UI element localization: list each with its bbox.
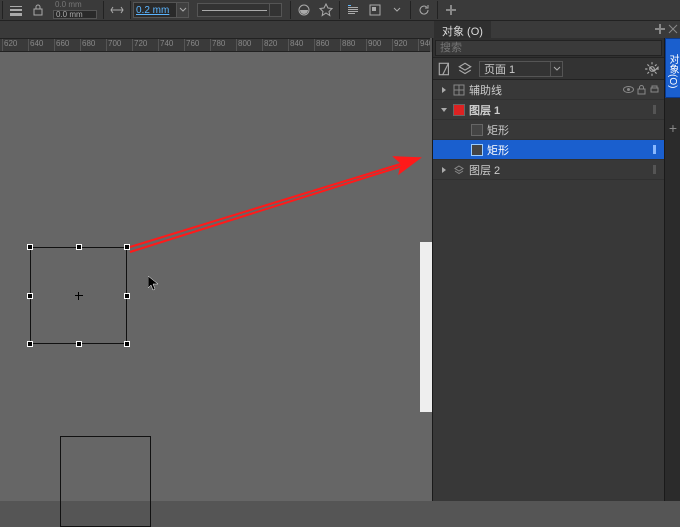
ruler-tick: 760 xyxy=(184,39,199,52)
tree-row-shape[interactable]: 矩形 xyxy=(433,120,664,140)
top-toolbar: 0.0 mm 0.0 mm xyxy=(0,0,680,20)
dimension-fields: 0.0 mm 0.0 mm xyxy=(49,0,101,20)
dash-style-selector[interactable] xyxy=(197,3,282,17)
resize-handle-sw[interactable] xyxy=(27,341,33,347)
pin-icon[interactable] xyxy=(654,23,666,35)
ruler-tick: 940 xyxy=(418,39,430,52)
chevron-right-icon[interactable] xyxy=(439,86,449,94)
tree-label: 矩形 xyxy=(487,122,509,138)
ruler-tick: 780 xyxy=(210,39,225,52)
panel-menu-icon[interactable] xyxy=(646,61,662,77)
ruler-tick: 680 xyxy=(80,39,95,52)
selected-rectangle[interactable] xyxy=(30,247,127,344)
stroke-width-field[interactable] xyxy=(133,2,189,18)
paragraph-icon[interactable] xyxy=(344,1,362,19)
stroke-width-input[interactable] xyxy=(133,2,177,18)
cursor-icon xyxy=(148,276,160,295)
stroke-width-dropdown[interactable] xyxy=(177,2,189,18)
layer-tree: 辅助线 图层 1 矩形 矩形 xyxy=(433,80,664,180)
chevron-right-icon[interactable] xyxy=(439,166,449,174)
chevron-down-icon[interactable] xyxy=(439,106,449,114)
resize-handle-nw[interactable] xyxy=(27,244,33,250)
effects-icon[interactable] xyxy=(295,1,313,19)
row-marker xyxy=(649,144,660,155)
panel-search-row xyxy=(433,38,664,58)
ruler-tick: 700 xyxy=(106,39,121,52)
eye-icon[interactable] xyxy=(623,84,634,95)
tree-row-shape-selected[interactable]: 矩形 xyxy=(433,140,664,160)
print-icon[interactable] xyxy=(649,84,660,95)
objects-panel: 页面 1 辅助线 图层 1 xyxy=(432,38,664,501)
ruler-tick: 820 xyxy=(262,39,277,52)
tree-label: 矩形 xyxy=(487,142,509,158)
ruler-tick: 880 xyxy=(340,39,355,52)
ruler-tick: 720 xyxy=(132,39,147,52)
dim-top[interactable]: 0.0 mm xyxy=(53,1,97,10)
tab-objects[interactable]: 对象 (O) xyxy=(434,21,491,39)
dock-tabs: 对象(O) + xyxy=(664,38,680,501)
ruler-tick: 920 xyxy=(392,39,407,52)
panel-toolbar: 页面 1 xyxy=(433,58,664,80)
line-width-icon[interactable] xyxy=(7,1,25,19)
ruler-tick: 740 xyxy=(158,39,173,52)
shape-swatch xyxy=(471,144,483,156)
canvas[interactable] xyxy=(0,52,432,501)
flip-h-icon[interactable] xyxy=(108,1,126,19)
tree-row-guides[interactable]: 辅助线 xyxy=(433,80,664,100)
page-edge xyxy=(420,242,432,412)
layer-color-swatch[interactable] xyxy=(453,104,465,116)
layers-icon[interactable] xyxy=(457,61,473,77)
wrap-icon[interactable] xyxy=(366,1,384,19)
layers-icon xyxy=(453,164,465,176)
resize-handle-s[interactable] xyxy=(76,341,82,347)
ruler-tick: 640 xyxy=(28,39,43,52)
shape-swatch xyxy=(471,124,483,136)
ruler-tick: 900 xyxy=(366,39,381,52)
dim-bottom[interactable]: 0.0 mm xyxy=(53,10,97,19)
page-selector[interactable]: 页面 1 xyxy=(479,61,563,77)
search-input[interactable] xyxy=(435,40,662,56)
row-marker xyxy=(649,104,660,115)
lock-icon[interactable] xyxy=(636,84,647,95)
dash-style-dropdown[interactable] xyxy=(269,4,281,16)
rectangle-2[interactable] xyxy=(60,436,151,527)
ruler-tick: 800 xyxy=(236,39,251,52)
ruler-tick: 840 xyxy=(288,39,303,52)
wrap-dropdown-icon[interactable] xyxy=(388,1,406,19)
resize-handle-ne[interactable] xyxy=(124,244,130,250)
horizontal-ruler: 620 640 660 680 700 720 740 760 780 800 … xyxy=(0,38,430,52)
ruler-tick: 660 xyxy=(54,39,69,52)
add-icon[interactable] xyxy=(442,1,460,19)
tree-label: 辅助线 xyxy=(469,82,502,98)
panel-tab-strip: 对象 (O) xyxy=(0,20,680,38)
ruler-tick: 860 xyxy=(314,39,329,52)
page-selector-label: 页面 1 xyxy=(480,61,550,77)
ruler-tick: 620 xyxy=(2,39,17,52)
new-page-icon[interactable] xyxy=(437,61,453,77)
center-marker xyxy=(77,294,81,298)
tree-label: 图层 2 xyxy=(469,162,500,178)
tree-row-layer2[interactable]: 图层 2 xyxy=(433,160,664,180)
row-marker xyxy=(649,164,660,175)
tree-row-layer1[interactable]: 图层 1 xyxy=(433,100,664,120)
tree-label: 图层 1 xyxy=(469,102,500,118)
dock-add-icon[interactable]: + xyxy=(665,118,680,138)
close-icon[interactable] xyxy=(667,23,679,35)
lock-icon[interactable] xyxy=(29,1,47,19)
mask-icon[interactable] xyxy=(317,1,335,19)
chevron-down-icon[interactable] xyxy=(550,62,562,76)
resize-handle-n[interactable] xyxy=(76,244,82,250)
refresh-icon[interactable] xyxy=(415,1,433,19)
resize-handle-w[interactable] xyxy=(27,293,33,299)
guides-icon xyxy=(453,84,465,96)
dock-tab-objects[interactable]: 对象(O) xyxy=(665,38,680,98)
resize-handle-se[interactable] xyxy=(124,341,130,347)
resize-handle-e[interactable] xyxy=(124,293,130,299)
